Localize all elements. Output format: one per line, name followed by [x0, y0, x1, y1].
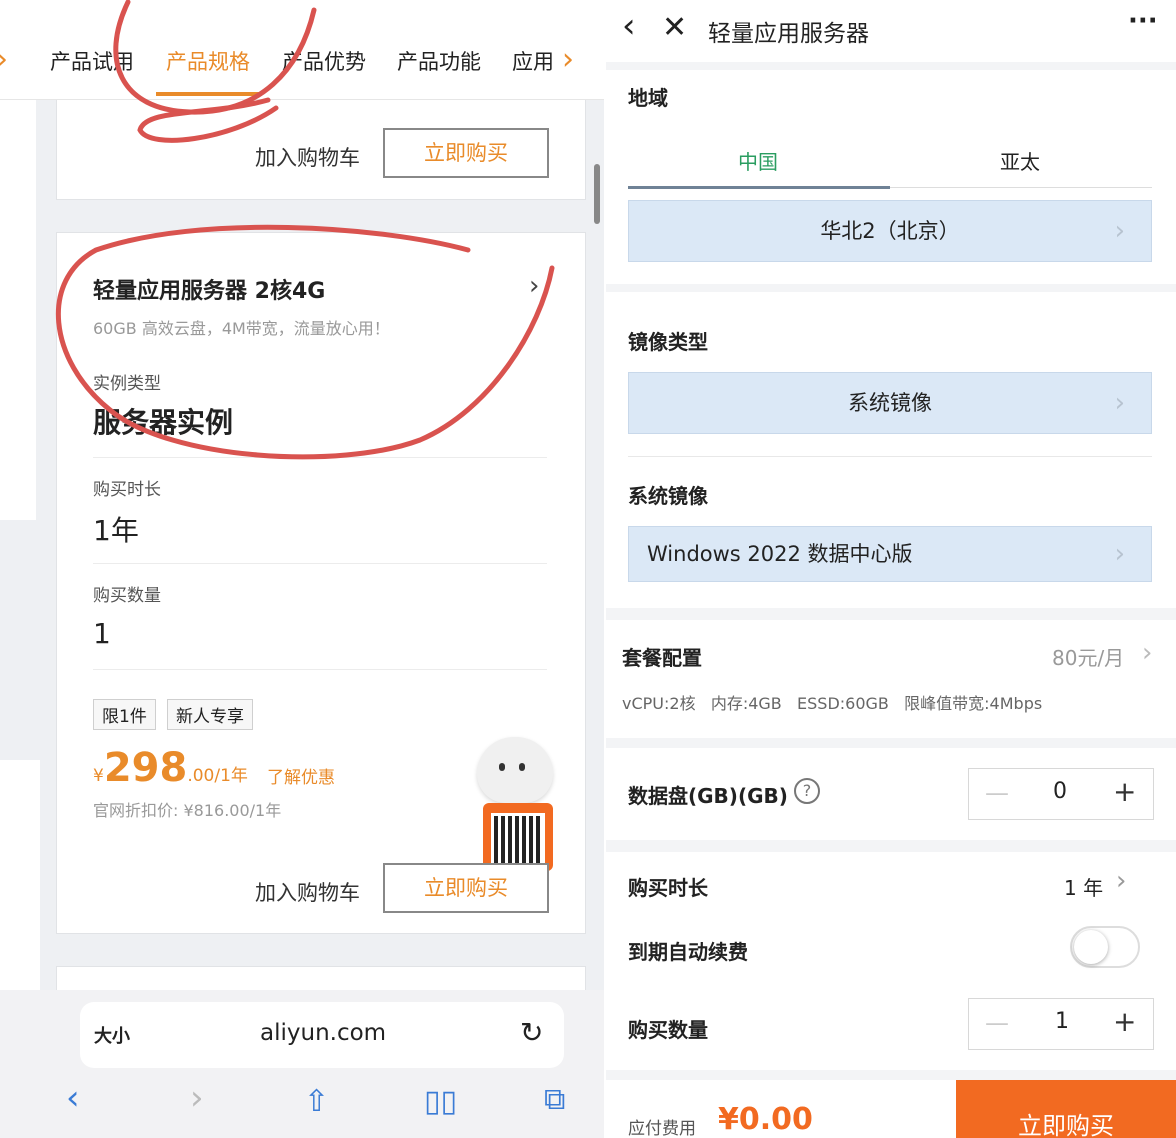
text-size-button[interactable]: 大小 — [94, 1022, 130, 1048]
data-disk-section: 数据盘(GB)(GB) ? — 0 + — [606, 748, 1176, 840]
plan-section[interactable]: 套餐配置 80元/月 › vCPU:2核 内存:4GB ESSD:60GB 限峰… — [606, 620, 1176, 738]
buy-now-label: 立即购买 — [1018, 1112, 1114, 1138]
price-currency: ¥ — [93, 766, 104, 786]
mascot-qr-icon — [463, 737, 567, 871]
help-icon[interactable]: ? — [794, 778, 820, 804]
chevron-right-icon: › — [1114, 388, 1125, 418]
tab-asia-pacific[interactable]: 亚太 — [1000, 146, 1040, 175]
close-icon[interactable]: ✕ — [662, 10, 687, 45]
plan-price: 80元/月 — [1052, 646, 1125, 670]
duration-value[interactable]: 1年 — [93, 509, 139, 549]
back-icon[interactable]: ‹ — [66, 1078, 80, 1118]
data-disk-label: 数据盘(GB)(GB) — [628, 784, 788, 808]
region-section: 地域 中国 亚太 华北2（北京） › — [606, 70, 1176, 284]
more-icon[interactable]: ··· — [1128, 6, 1158, 36]
chevron-right-icon: › — [1114, 216, 1125, 246]
quantity-label: 购买数量 — [93, 586, 161, 606]
divider — [93, 669, 547, 670]
price-integer: 298 — [103, 745, 188, 791]
checkout-bar: 应付费用 ¥0.00 立即购买 — [606, 1080, 1176, 1138]
system-image-select[interactable]: Windows 2022 数据中心版 › — [628, 526, 1152, 582]
region-label: 地域 — [628, 86, 668, 110]
plus-icon[interactable]: + — [1113, 775, 1136, 808]
duration-value[interactable]: 1 年 — [1064, 872, 1103, 901]
add-to-cart-button[interactable]: 加入购物车 — [255, 877, 360, 907]
new-user-tag: 新人专享 — [167, 699, 253, 730]
system-image-value: Windows 2022 数据中心版 — [647, 542, 913, 566]
divider — [628, 456, 1152, 457]
discount-link[interactable]: 了解优惠 — [267, 763, 335, 788]
address-bar[interactable]: 大小 aliyun.com ↻ — [80, 1002, 564, 1068]
toggle-knob — [1074, 930, 1108, 964]
limit-tag: 限1件 — [93, 699, 156, 730]
image-type-value: 系统镜像 — [848, 391, 932, 415]
url-text[interactable]: aliyun.com — [260, 1020, 386, 1046]
auto-renew-toggle[interactable] — [1070, 926, 1140, 968]
tab-china[interactable]: 中国 — [738, 146, 778, 175]
image-section: 镜像类型 系统镜像 › 系统镜像 Windows 2022 数据中心版 › — [606, 292, 1176, 608]
plan-label: 套餐配置 — [622, 646, 702, 670]
chevron-right-icon[interactable]: › — [1116, 866, 1126, 896]
duration-label: 购买时长 — [628, 876, 708, 900]
plan-spec: vCPU:2核 内存:4GB ESSD:60GB 限峰值带宽:4Mbps — [622, 694, 1043, 713]
fee-label: 应付费用 — [628, 1119, 696, 1138]
right-screenshot: ‹ ✕ 轻量应用服务器 ··· 地域 中国 亚太 华北2（北京） › 镜像类型 系… — [606, 0, 1176, 1138]
page-title: 轻量应用服务器 — [708, 21, 869, 47]
minus-icon[interactable]: — — [985, 1009, 1009, 1037]
app-header: ‹ ✕ 轻量应用服务器 ··· — [606, 0, 1176, 62]
system-image-label: 系统镜像 — [628, 484, 708, 508]
quantity-value[interactable]: 1 — [93, 617, 111, 650]
divider — [93, 563, 547, 564]
image-type-label: 镜像类型 — [628, 330, 708, 354]
reload-icon[interactable]: ↻ — [520, 1016, 543, 1049]
price-decimal: .00/1年 — [187, 766, 248, 786]
quantity-label: 购买数量 — [628, 1018, 708, 1042]
auto-renew-label: 到期自动续费 — [628, 940, 748, 964]
data-disk-value[interactable]: 0 — [1053, 779, 1067, 804]
official-price: 官网折扣价: ¥816.00/1年 — [93, 801, 282, 820]
bookmarks-icon[interactable]: ▯▯ — [424, 1084, 457, 1119]
region-select[interactable]: 华北2（北京） › — [628, 200, 1152, 262]
hand-drawn-annotation — [55, 0, 555, 460]
tab-track — [890, 187, 1152, 188]
fee-value: ¥0.00 — [718, 1102, 813, 1137]
chevron-right-icon[interactable]: › — [1142, 638, 1152, 668]
tabs-icon[interactable]: ⧉ — [544, 1082, 565, 1117]
buy-now-button[interactable]: 立即购买 — [956, 1080, 1176, 1138]
data-disk-stepper: — 0 + — [968, 768, 1154, 820]
share-icon[interactable]: ⇧ — [304, 1084, 329, 1119]
back-icon[interactable]: ‹ — [622, 6, 636, 46]
left-screenshot: › 产品试用 产品规格 产品优势 产品功能 应用 › 加入购物车 立即购买 轻量… — [0, 0, 604, 1138]
price: ¥298.00/1年 — [93, 745, 248, 791]
quantity-value[interactable]: 1 — [1055, 1009, 1069, 1034]
buy-now-button[interactable]: 立即购买 — [383, 863, 549, 913]
region-value: 华北2（北京） — [820, 219, 960, 243]
forward-icon[interactable]: › — [190, 1078, 204, 1118]
image-type-select[interactable]: 系统镜像 › — [628, 372, 1152, 434]
active-tab-indicator — [628, 186, 890, 189]
chevron-right-icon: › — [1114, 539, 1125, 569]
minus-icon[interactable]: — — [985, 779, 1009, 807]
prev-card-edge-2 — [0, 760, 40, 1000]
quantity-stepper: — 1 + — [968, 998, 1154, 1050]
plus-icon[interactable]: + — [1113, 1005, 1136, 1038]
